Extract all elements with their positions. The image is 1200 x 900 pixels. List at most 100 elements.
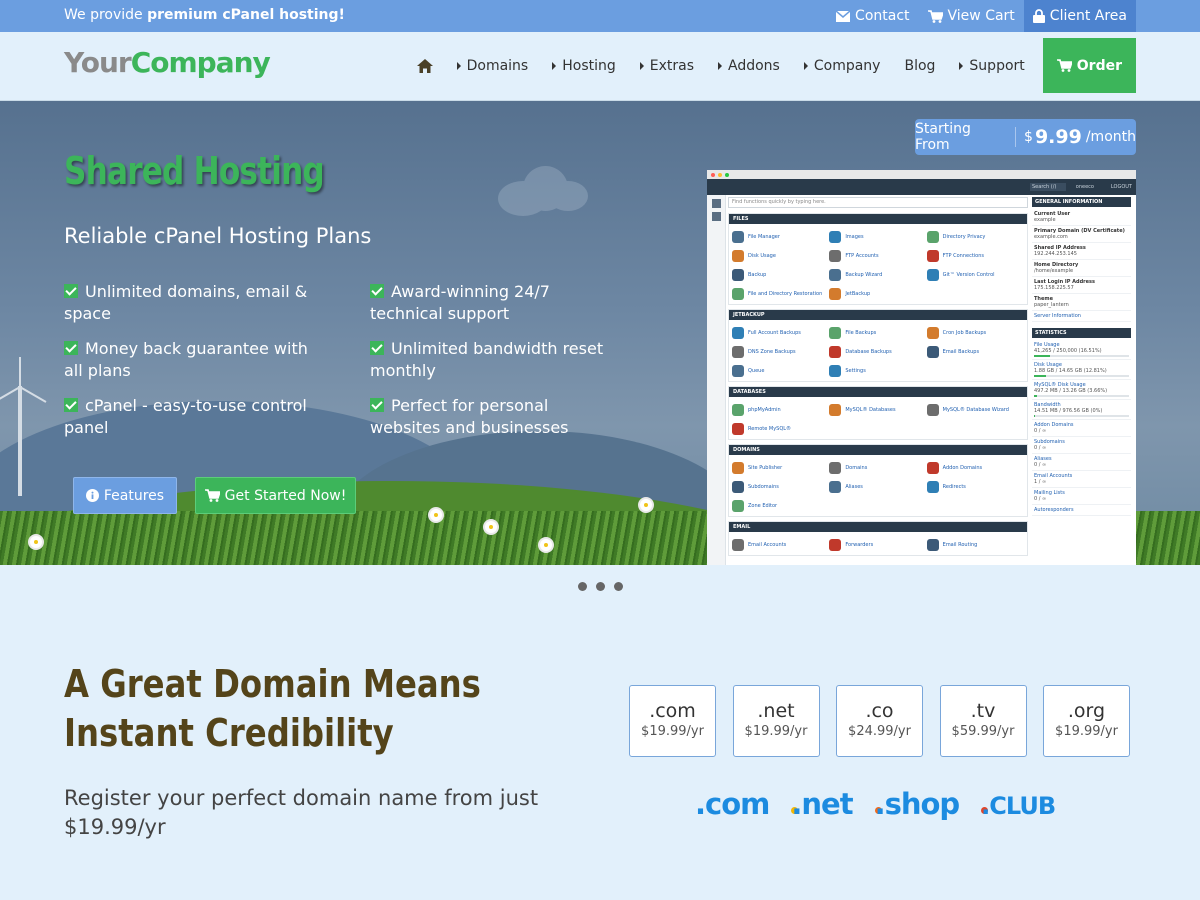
info-value: 192.244.253.145 [1034, 251, 1077, 257]
tld-card[interactable]: .tv $59.99/yr [939, 685, 1027, 757]
server-info-row: Server Information [1032, 311, 1131, 322]
cpanel-item: FTP Accounts [829, 246, 926, 265]
view-cart-link[interactable]: View Cart [919, 0, 1024, 32]
company-logo[interactable]: YourCompany [64, 46, 271, 79]
logo-part-1: Your [64, 46, 132, 79]
tld-extension: .org [1067, 700, 1106, 722]
cpanel-item-label: Zone Editor [748, 502, 778, 509]
contact-label: Contact [855, 8, 910, 24]
info-value: /home/example [1034, 268, 1074, 274]
client-area-link[interactable]: Client Area [1023, 0, 1136, 32]
logo-part-2: Company [130, 46, 271, 79]
window-chrome [707, 170, 1136, 179]
slider-dot[interactable] [614, 582, 623, 591]
checkbox-icon [64, 284, 78, 298]
feature-text: Money back guarantee with all plans [64, 339, 308, 380]
slider-dot[interactable] [596, 582, 605, 591]
general-info-row: Theme paper_lantern [1032, 294, 1131, 311]
cpanel-item-label: File and Directory Restoration [748, 290, 823, 297]
general-info-row: Primary Domain (DV Certificate) example.c… [1032, 226, 1131, 243]
cpanel-section-heading: DOMAINS [729, 445, 1027, 455]
home-icon [416, 58, 433, 73]
cpanel-item-icon [926, 480, 939, 493]
cpanel-item: Full Account Backups [732, 323, 829, 342]
cpanel-item-icon [829, 364, 842, 377]
nav-home[interactable] [405, 38, 445, 93]
stat-usage-bar [1034, 375, 1129, 377]
cpanel-item: MySQL® Databases [829, 400, 926, 419]
feature-text: Perfect for personal websites and busine… [370, 396, 569, 437]
cpanel-item-label: Email Routing [942, 541, 978, 548]
cpanel-item: Zone Editor [732, 496, 829, 515]
price-amount: 9.99 [1034, 126, 1082, 148]
tld-price: $19.99/yr [744, 724, 808, 739]
turbine-blade [19, 386, 47, 403]
feature-text: Award-winning 24/7 technical support [370, 282, 550, 323]
info-value: paper_lantern [1034, 302, 1069, 308]
cpanel-item-label: MySQL® Database Wizard [942, 406, 1009, 413]
cpanel-item-label: Domains [845, 464, 868, 471]
cpanel-item-label: Email Accounts [748, 541, 787, 548]
features-button[interactable]: Features [73, 477, 177, 514]
nav-company[interactable]: Company [792, 38, 893, 93]
cpanel-item: Domains [829, 458, 926, 477]
cpanel-item-icon [926, 403, 939, 416]
nav-hosting[interactable]: Hosting [540, 38, 628, 93]
cart-icon [204, 489, 220, 502]
cpanel-item-icon [829, 480, 842, 493]
tld-extension: .com [649, 700, 696, 722]
cpanel-section: DATABASES phpMyAdmin MySQL® Databases MySQL… [728, 386, 1028, 440]
caret-right-icon [959, 61, 964, 70]
order-button[interactable]: Order [1042, 38, 1136, 93]
stat-value: 0 / ∞ [1034, 445, 1047, 451]
cpanel-item-label: Database Backups [845, 348, 892, 355]
feature-text: Unlimited domains, email & space [64, 282, 308, 323]
cpanel-item-icon [926, 326, 939, 339]
wind-turbine-decoration [18, 386, 22, 496]
cpanel-item: Queue [732, 361, 829, 380]
stat-usage-bar [1034, 395, 1129, 397]
cpanel-item-icon [732, 538, 744, 551]
tld-card[interactable]: .net $19.99/yr [732, 685, 820, 757]
domain-heading: A Great Domain Means Instant Credibility [64, 662, 481, 755]
price-label: Starting From [915, 121, 971, 153]
tld-extension: .net [757, 700, 795, 722]
cpanel-item: Disk Usage [732, 246, 829, 265]
cpanel-section: FILES File Manager Images Directory Privacy… [728, 213, 1028, 305]
price-currency: $ [1024, 129, 1033, 145]
hero-banner: Shared Hosting Reliable cPanel Hosting P… [0, 101, 1200, 565]
nav-support[interactable]: Support [947, 38, 1036, 93]
cpanel-item-label: File Manager [748, 233, 780, 240]
cpanel-search: Find functions quickly by typing here. [728, 197, 1028, 208]
cpanel-item-label: Backup [748, 271, 767, 278]
cpanel-item: Images [829, 227, 926, 246]
slider-dot[interactable] [578, 582, 587, 591]
nav-blog[interactable]: Blog [892, 38, 947, 93]
tld-card[interactable]: .org $19.99/yr [1043, 685, 1130, 757]
cpanel-item-icon [926, 249, 939, 262]
cpanel-top-search-text: Search (/) [1032, 184, 1057, 190]
get-started-button[interactable]: Get Started Now! [195, 477, 356, 514]
stat-value: 497.2 MB / 13.26 GB (3.66%) [1034, 388, 1108, 394]
nav-domains[interactable]: Domains [445, 38, 541, 93]
contact-link[interactable]: Contact [827, 0, 918, 32]
statistics-row: Email Accounts 1 / ∞ [1032, 471, 1131, 488]
tld-price: $19.99/yr [641, 724, 704, 739]
stat-usage-bar [1034, 415, 1129, 417]
cpanel-right-panel: GENERAL INFORMATION Current User example P… [1032, 197, 1131, 516]
nav-extras[interactable]: Extras [628, 38, 706, 93]
info-value: example [1034, 217, 1056, 223]
cpanel-screenshot: Search (/) oneeco LOGOUT Find functions … [707, 170, 1136, 565]
cloud-decoration [488, 161, 588, 216]
info-icon [85, 489, 99, 502]
tld-card[interactable]: .com $19.99/yr [629, 685, 716, 757]
cpanel-item-label: Backup Wizard [845, 271, 883, 278]
cpanel-user: oneeco [1075, 184, 1094, 190]
nav-addons[interactable]: Addons [706, 38, 792, 93]
client-area-label: Client Area [1049, 8, 1127, 24]
dot-com-logo: .com [695, 787, 770, 821]
cpanel-item-icon [732, 268, 744, 281]
statistics-row: Addon Domains 0 / ∞ [1032, 420, 1131, 437]
price-separator [1015, 127, 1017, 147]
tld-card[interactable]: .co $24.99/yr [836, 685, 923, 757]
